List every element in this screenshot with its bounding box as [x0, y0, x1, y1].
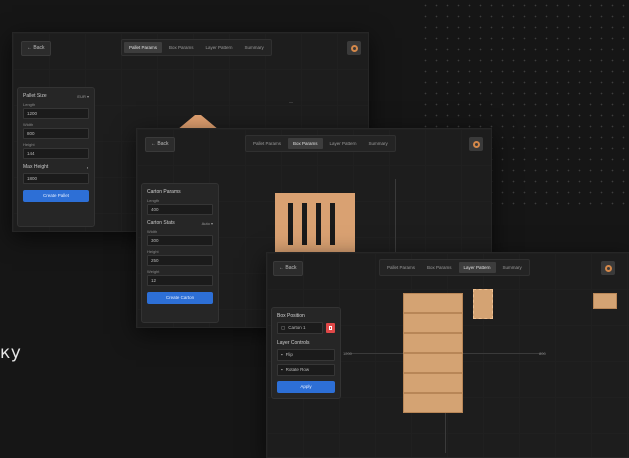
tab-box-params[interactable]: Box Params	[422, 262, 457, 273]
settings-button[interactable]	[601, 261, 615, 275]
app-window-layer-pattern: ← Back Pallet Params Box Params Layer Pa…	[266, 252, 629, 458]
height-input[interactable]: 250	[147, 255, 213, 266]
field-label: Weight	[147, 269, 160, 274]
carton-params-panel: Carton Params Length 400 Carton Stats Au…	[141, 183, 219, 323]
carton-box[interactable]	[403, 393, 463, 413]
apply-button[interactable]: Apply	[277, 381, 335, 393]
panel-title: Box Position	[277, 313, 305, 319]
axis-label: —	[289, 99, 293, 104]
tab-layer-pattern[interactable]: Layer Pattern	[458, 262, 496, 273]
rotate-row-option[interactable]: ▪ Rotate Row	[277, 364, 335, 376]
flip-option[interactable]: ▪ Flip	[277, 349, 335, 361]
tab-summary[interactable]: Summary	[364, 138, 393, 149]
field-label: Length	[23, 102, 36, 107]
height-input[interactable]: 144	[23, 148, 89, 159]
width-input[interactable]: 800	[23, 128, 89, 139]
back-button[interactable]: ← Back	[145, 137, 175, 152]
layer-pattern-preview	[403, 293, 463, 413]
dimension-label: 800	[539, 351, 546, 356]
max-height-label: Max Height	[23, 164, 49, 170]
toggle-icon[interactable]: ◐	[87, 165, 89, 170]
carton-select[interactable]: ▢ Carton 1	[277, 322, 323, 334]
field-label: Width	[23, 122, 34, 127]
flip-icon: ▪	[281, 352, 283, 357]
settings-button[interactable]	[347, 41, 361, 55]
section-title: Layer Controls	[277, 340, 310, 346]
side-caption: ку	[0, 343, 22, 363]
tab-bar: Pallet Params Box Params Layer Pattern S…	[121, 39, 272, 56]
panel-title: Carton Params	[147, 189, 181, 195]
create-carton-button[interactable]: Create Carton	[147, 292, 213, 304]
settings-button[interactable]	[469, 137, 483, 151]
carton-box[interactable]	[403, 333, 463, 353]
option-label: Flip	[285, 352, 293, 357]
carton-box[interactable]	[403, 373, 463, 393]
carton-box-palette[interactable]	[593, 293, 617, 309]
pallet-size-panel: Pallet Size EUR ▾ Length 1200 Width 800 …	[17, 87, 95, 227]
rotate-icon: ▪	[281, 367, 283, 372]
pallet-preview	[275, 193, 355, 255]
tab-pallet-params[interactable]: Pallet Params	[382, 262, 420, 273]
weight-input[interactable]: 12	[147, 275, 213, 286]
carton-box[interactable]	[403, 353, 463, 373]
box-icon: ▢	[281, 325, 286, 330]
length-input[interactable]: 400	[147, 204, 213, 215]
field-label: Height	[147, 249, 159, 254]
max-height-input[interactable]: 1800	[23, 173, 89, 184]
tab-box-params[interactable]: Box Params	[164, 42, 199, 53]
field-label: Width	[147, 229, 158, 234]
carton-box[interactable]	[403, 313, 463, 333]
tab-pallet-params[interactable]: Pallet Params	[124, 42, 163, 53]
pallet-type-select[interactable]: EUR ▾	[77, 94, 89, 99]
back-button[interactable]: ← Back	[273, 261, 303, 276]
width-input[interactable]: 300	[147, 235, 213, 246]
tab-bar: Pallet Params Box Params Layer Pattern S…	[379, 259, 530, 276]
carton-stats-label: Carton Stats	[147, 220, 175, 226]
gear-icon	[350, 44, 358, 52]
tab-summary[interactable]: Summary	[240, 42, 269, 53]
mode-select[interactable]: Auto ▾	[202, 221, 213, 226]
trash-icon	[329, 326, 332, 330]
back-button[interactable]: ← Back	[21, 41, 51, 56]
tab-box-params[interactable]: Box Params	[288, 138, 323, 149]
tab-layer-pattern[interactable]: Layer Pattern	[325, 138, 362, 149]
tab-bar: Pallet Params Box Params Layer Pattern S…	[245, 135, 396, 152]
carton-select-label: Carton 1	[288, 325, 306, 330]
field-label: Height	[23, 142, 35, 147]
tab-pallet-params[interactable]: Pallet Params	[248, 138, 286, 149]
gear-icon	[472, 140, 480, 148]
create-pallet-button[interactable]: Create Pallet	[23, 190, 89, 202]
length-input[interactable]: 1200	[23, 108, 89, 119]
delete-button[interactable]	[326, 323, 335, 333]
field-label: Length	[147, 198, 160, 203]
gear-icon	[604, 264, 612, 272]
tab-summary[interactable]: Summary	[498, 262, 527, 273]
selected-carton-box[interactable]	[473, 289, 493, 319]
dimension-label: 1200	[343, 351, 352, 356]
option-label: Rotate Row	[285, 367, 310, 372]
carton-box[interactable]	[403, 293, 463, 313]
box-position-panel: Box Position ▢ Carton 1 Layer Controls ▪…	[271, 307, 341, 399]
panel-title: Pallet Size	[23, 93, 47, 99]
tab-layer-pattern[interactable]: Layer Pattern	[201, 42, 238, 53]
